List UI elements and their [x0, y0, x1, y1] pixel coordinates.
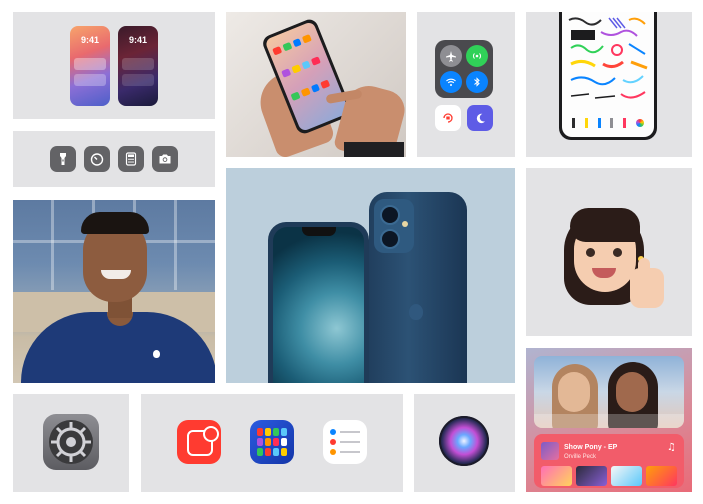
song-title: Show Pony - EP: [564, 444, 618, 451]
apple-logo-back-icon: [409, 304, 423, 320]
settings-app-icon[interactable]: [43, 414, 99, 470]
notification-badge-app-icon[interactable]: [177, 420, 221, 464]
song-artist: Orville Peck: [564, 454, 597, 460]
hands-with-iphone-photo: [226, 12, 406, 157]
control-center-tile: [417, 12, 515, 157]
memoji-tile: [526, 168, 692, 336]
app-library-icon[interactable]: [250, 420, 294, 464]
settings-tile: [13, 394, 129, 492]
calculator-icon[interactable]: [118, 146, 144, 172]
reminders-app-icon[interactable]: [323, 420, 367, 464]
markup-drawing-tile: [526, 12, 692, 157]
siri-tile: [414, 394, 515, 492]
light-phone-time: 9:41: [80, 35, 99, 45]
friends-photo: [534, 356, 684, 428]
flashlight-icon[interactable]: [50, 146, 76, 172]
dark-phone-time: 9:41: [128, 35, 147, 45]
recent-albums[interactable]: [541, 466, 677, 486]
timer-icon[interactable]: [84, 146, 110, 172]
apple-logo-icon: [153, 350, 160, 358]
music-widget[interactable]: Show Pony - EP Orville Peck ♫: [534, 434, 684, 488]
iphone-front-view: [268, 222, 369, 383]
cellular-icon[interactable]: [466, 45, 488, 67]
iphone-back-view: [369, 192, 467, 383]
iphone-12-hero: [226, 168, 515, 383]
wallpaper-tile: 9:41 9:41: [13, 12, 215, 119]
dark-wallpaper-phone: 9:41: [118, 26, 158, 106]
person-facetime-photo: [13, 200, 215, 383]
quick-controls-tile: [13, 131, 215, 187]
apps-tile: [141, 394, 403, 492]
friends-and-music-tile: Show Pony - EP Orville Peck ♫: [526, 348, 692, 492]
airplane-mode-icon[interactable]: [440, 45, 462, 67]
album-art: [541, 442, 559, 460]
siri-orb-icon[interactable]: [439, 416, 489, 466]
connectivity-panel: [435, 40, 493, 98]
camera-icon[interactable]: [152, 146, 178, 172]
orientation-lock-icon[interactable]: [435, 105, 461, 131]
do-not-disturb-icon[interactable]: [467, 105, 493, 131]
camera-module: [374, 199, 414, 253]
music-note-icon: ♫: [667, 442, 676, 453]
light-wallpaper-phone: 9:41: [70, 26, 110, 106]
wifi-icon[interactable]: [440, 71, 462, 93]
drawing-toolbar[interactable]: [567, 116, 649, 130]
drawing-iphone: [559, 12, 657, 140]
bluetooth-icon[interactable]: [466, 71, 488, 93]
notch: [302, 227, 336, 236]
